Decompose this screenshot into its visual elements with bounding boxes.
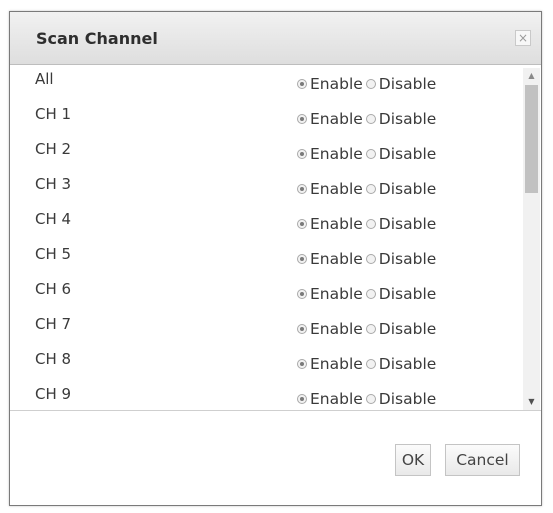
enable-label[interactable]: Enable (310, 180, 363, 198)
enable-label[interactable]: Enable (310, 110, 363, 128)
disable-label[interactable]: Disable (379, 75, 437, 93)
disable-radio[interactable] (365, 254, 376, 264)
enable-radio[interactable] (297, 79, 307, 89)
scan-channel-dialog: Scan Channel × All Enable Disable CH 1 E… (9, 11, 542, 506)
disable-radio[interactable] (365, 219, 376, 229)
channel-label: CH 2 (35, 140, 72, 158)
channel-label: CH 1 (35, 105, 72, 123)
disable-label[interactable]: Disable (379, 285, 437, 303)
dialog-titlebar: Scan Channel × (10, 12, 541, 65)
disable-label[interactable]: Disable (379, 250, 437, 268)
channel-row: CH 1 Enable Disable (10, 101, 520, 136)
close-icon[interactable]: × (515, 30, 531, 46)
enable-radio[interactable] (297, 184, 307, 194)
disable-radio[interactable] (365, 359, 376, 369)
enable-radio[interactable] (297, 219, 307, 229)
channel-row: All Enable Disable (10, 66, 520, 101)
channel-label: CH 9 (35, 385, 72, 403)
disable-label[interactable]: Disable (379, 390, 437, 408)
disable-label[interactable]: Disable (379, 145, 437, 163)
channel-label: CH 5 (35, 245, 72, 263)
channel-label: CH 4 (35, 210, 72, 228)
enable-radio[interactable] (297, 149, 307, 159)
enable-radio[interactable] (297, 394, 307, 404)
enable-radio[interactable] (297, 324, 307, 334)
channel-row: CH 2 Enable Disable (10, 136, 520, 171)
ok-button[interactable]: OK (395, 444, 431, 476)
channel-options: Enable Disable (297, 144, 439, 164)
enable-label[interactable]: Enable (310, 215, 363, 233)
enable-label[interactable]: Enable (310, 355, 363, 373)
disable-radio[interactable] (365, 289, 376, 299)
channel-options: Enable Disable (297, 249, 439, 269)
channel-options: Enable Disable (297, 389, 439, 409)
enable-radio[interactable] (297, 359, 307, 369)
disable-label[interactable]: Disable (379, 320, 437, 338)
dialog-title: Scan Channel (36, 29, 158, 48)
disable-radio[interactable] (365, 114, 376, 124)
scroll-down-icon[interactable]: ▼ (523, 394, 540, 410)
channel-label: CH 6 (35, 280, 72, 298)
channel-row: CH 5 Enable Disable (10, 241, 520, 276)
disable-radio[interactable] (365, 394, 376, 404)
cancel-button[interactable]: Cancel (445, 444, 520, 476)
channel-row: CH 6 Enable Disable (10, 276, 520, 311)
enable-label[interactable]: Enable (310, 250, 363, 268)
channel-label: All (35, 70, 54, 88)
enable-label[interactable]: Enable (310, 145, 363, 163)
scroll-up-icon[interactable]: ▲ (523, 68, 540, 84)
channel-options: Enable Disable (297, 74, 439, 94)
scrollbar-thumb[interactable] (525, 85, 538, 193)
channel-row: CH 3 Enable Disable (10, 171, 520, 206)
disable-radio[interactable] (365, 79, 376, 89)
channel-label: CH 3 (35, 175, 72, 193)
enable-radio[interactable] (297, 114, 307, 124)
channel-list: All Enable Disable CH 1 Enable Disable C… (10, 66, 541, 410)
enable-label[interactable]: Enable (310, 320, 363, 338)
enable-label[interactable]: Enable (310, 390, 363, 408)
channel-options: Enable Disable (297, 319, 439, 339)
channel-options: Enable Disable (297, 179, 439, 199)
disable-label[interactable]: Disable (379, 180, 437, 198)
enable-label[interactable]: Enable (310, 285, 363, 303)
disable-radio[interactable] (365, 324, 376, 334)
channel-options: Enable Disable (297, 214, 439, 234)
enable-radio[interactable] (297, 289, 307, 299)
channel-label: CH 7 (35, 315, 72, 333)
enable-radio[interactable] (297, 254, 307, 264)
channel-options: Enable Disable (297, 354, 439, 374)
dialog-footer: OK Cancel (10, 410, 541, 505)
disable-label[interactable]: Disable (379, 110, 437, 128)
channel-row: CH 4 Enable Disable (10, 206, 520, 241)
channel-row: CH 8 Enable Disable (10, 346, 520, 381)
disable-label[interactable]: Disable (379, 215, 437, 233)
channel-options: Enable Disable (297, 109, 439, 129)
enable-label[interactable]: Enable (310, 75, 363, 93)
disable-label[interactable]: Disable (379, 355, 437, 373)
channel-label: CH 8 (35, 350, 72, 368)
channel-row: CH 9 Enable Disable (10, 381, 520, 410)
disable-radio[interactable] (365, 149, 376, 159)
disable-radio[interactable] (365, 184, 376, 194)
vertical-scrollbar[interactable]: ▲ ▼ (523, 68, 540, 410)
channel-options: Enable Disable (297, 284, 439, 304)
channel-row: CH 7 Enable Disable (10, 311, 520, 346)
